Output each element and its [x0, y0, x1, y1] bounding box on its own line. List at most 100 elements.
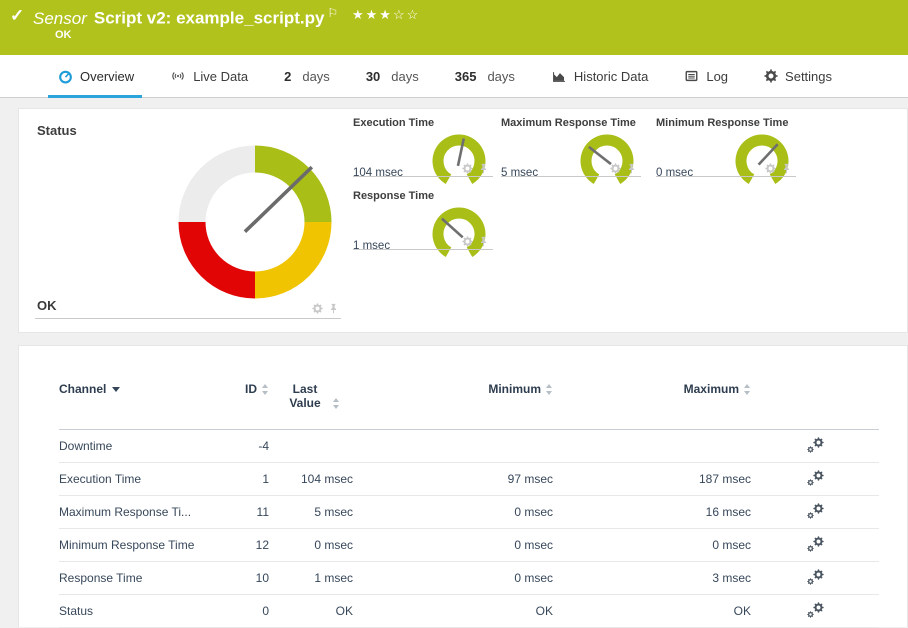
cell-id: -4 — [229, 439, 269, 453]
sort-icon — [262, 384, 269, 395]
column-header-maximum[interactable]: Maximum — [553, 382, 751, 396]
priority-rating[interactable]: ★★★☆☆ — [352, 7, 420, 23]
tab-label: Settings — [785, 69, 832, 84]
tab-unit: days — [487, 69, 514, 84]
broadcast-icon — [170, 69, 186, 83]
sort-icon — [333, 398, 340, 409]
sort-icon — [546, 384, 553, 395]
cell-last-value: OK — [269, 604, 353, 618]
tab-unit: days — [391, 69, 418, 84]
table-row-minimum-response-time[interactable]: Minimum Response Time 12 0 msec 0 msec 0… — [59, 529, 879, 562]
log-list-icon — [684, 69, 699, 83]
cell-channel: Minimum Response Time — [59, 538, 229, 552]
object-kind-label: Sensor — [33, 9, 87, 28]
mini-gauge — [577, 128, 637, 190]
tab-log[interactable]: Log — [684, 55, 728, 97]
cell-id: 11 — [229, 505, 269, 519]
tab-historic-data[interactable]: Historic Data — [551, 55, 648, 97]
channel-table: Channel ID Last Value Minimum Maximum Do… — [59, 382, 879, 628]
cell-channel: Downtime — [59, 439, 229, 453]
gauge-title: Execution Time — [353, 117, 434, 129]
channel-settings-gears-icon[interactable] — [807, 602, 824, 618]
sensor-header: ✓ Sensor Script v2: example_script.py⚐ ★★… — [0, 0, 908, 55]
status-gauge-cell: Status OK — [35, 117, 357, 329]
table-row-downtime[interactable]: Downtime -4 — [59, 430, 879, 463]
mini-gauge — [732, 128, 792, 190]
gauge-value: 0 msec — [656, 167, 693, 179]
gauge-value: 5 msec — [501, 167, 538, 179]
sensor-title: Script v2: example_script.py — [94, 9, 325, 28]
status-cell-title: Status — [37, 123, 77, 138]
column-header-id[interactable]: ID — [229, 382, 269, 396]
gauge-title: Response Time — [353, 190, 434, 202]
gauge-value: 104 msec — [353, 167, 403, 179]
cell-maximum: 0 msec — [553, 538, 751, 552]
cell-channel: Response Time — [59, 571, 229, 585]
column-header-channel[interactable]: Channel — [59, 382, 229, 396]
tab-365-days[interactable]: 365 days — [455, 55, 515, 97]
column-header-last-value[interactable]: Last Value — [269, 382, 353, 410]
tab-2-days[interactable]: 2 days — [284, 55, 330, 97]
cell-last-value: 5 msec — [269, 505, 353, 519]
sort-icon — [744, 384, 751, 395]
overview-gauges-card: Status OK Execution Time 104 msec Max — [18, 108, 908, 333]
mini-gauge-needle — [759, 144, 778, 164]
sensor-status-text: OK — [55, 29, 72, 41]
table-row-response-time[interactable]: Response Time 10 1 msec 0 msec 3 msec — [59, 562, 879, 595]
cell-last-value: 1 msec — [269, 571, 353, 585]
cell-maximum: OK — [553, 604, 751, 618]
cell-maximum: 3 msec — [553, 571, 751, 585]
tab-overview[interactable]: Overview — [58, 55, 134, 97]
cell-pin-icon[interactable] — [626, 163, 637, 174]
cell-last-value: 0 msec — [269, 538, 353, 552]
cell-pin-icon[interactable] — [478, 236, 489, 247]
stars-empty[interactable]: ☆☆ — [393, 7, 420, 22]
cell-minimum: OK — [353, 604, 553, 618]
gauge-cell-minimum-response-time: Minimum Response Time 0 msec — [656, 117, 796, 187]
area-chart-icon — [551, 69, 567, 84]
channel-table-card: Channel ID Last Value Minimum Maximum Do… — [18, 345, 908, 627]
cell-minimum: 0 msec — [353, 538, 553, 552]
status-value: OK — [37, 298, 57, 313]
divider — [353, 176, 493, 177]
cell-pin-icon[interactable] — [328, 303, 339, 314]
channel-settings-gears-icon[interactable] — [807, 569, 824, 585]
cell-settings-gear-icon[interactable] — [462, 163, 473, 174]
tab-30-days[interactable]: 30 days — [366, 55, 419, 97]
cell-id: 1 — [229, 472, 269, 486]
column-header-minimum[interactable]: Minimum — [353, 382, 553, 396]
tab-label: Live Data — [193, 69, 248, 84]
cell-settings-gear-icon[interactable] — [610, 163, 621, 174]
cell-maximum: 16 msec — [553, 505, 751, 519]
flag-icon[interactable]: ⚐ — [327, 6, 338, 20]
cell-settings-gear-icon[interactable] — [462, 236, 473, 247]
cell-settings-gear-icon[interactable] — [765, 163, 776, 174]
table-row-execution-time[interactable]: Execution Time 1 104 msec 97 msec 187 ms… — [59, 463, 879, 496]
tab-label: Overview — [80, 69, 134, 84]
cell-settings-gear-icon[interactable] — [312, 303, 323, 314]
channel-settings-gears-icon[interactable] — [807, 437, 824, 453]
channel-settings-gears-icon[interactable] — [807, 536, 824, 552]
tab-live-data[interactable]: Live Data — [170, 55, 248, 97]
gauge-icon — [58, 69, 73, 84]
cell-channel: Status — [59, 604, 229, 618]
tab-number: 365 — [455, 69, 477, 84]
stars-filled[interactable]: ★★★ — [352, 7, 393, 22]
cell-pin-icon[interactable] — [478, 163, 489, 174]
divider — [35, 318, 341, 319]
cell-minimum: 0 msec — [353, 571, 553, 585]
cell-minimum: 97 msec — [353, 472, 553, 486]
table-header-row: Channel ID Last Value Minimum Maximum — [59, 382, 879, 430]
gauge-cell-maximum-response-time: Maximum Response Time 5 msec — [501, 117, 641, 187]
cell-last-value: 104 msec — [269, 472, 353, 486]
cell-channel: Maximum Response Ti... — [59, 505, 229, 519]
tab-number: 2 — [284, 69, 291, 84]
table-row-status[interactable]: Status 0 OK OK OK — [59, 595, 879, 628]
status-check-icon: ✓ — [10, 6, 24, 26]
cell-pin-icon[interactable] — [781, 163, 792, 174]
channel-settings-gears-icon[interactable] — [807, 470, 824, 486]
tab-settings[interactable]: Settings — [764, 55, 832, 97]
divider — [656, 176, 796, 177]
channel-settings-gears-icon[interactable] — [807, 503, 824, 519]
table-row-maximum-response-time[interactable]: Maximum Response Ti... 11 5 msec 0 msec … — [59, 496, 879, 529]
